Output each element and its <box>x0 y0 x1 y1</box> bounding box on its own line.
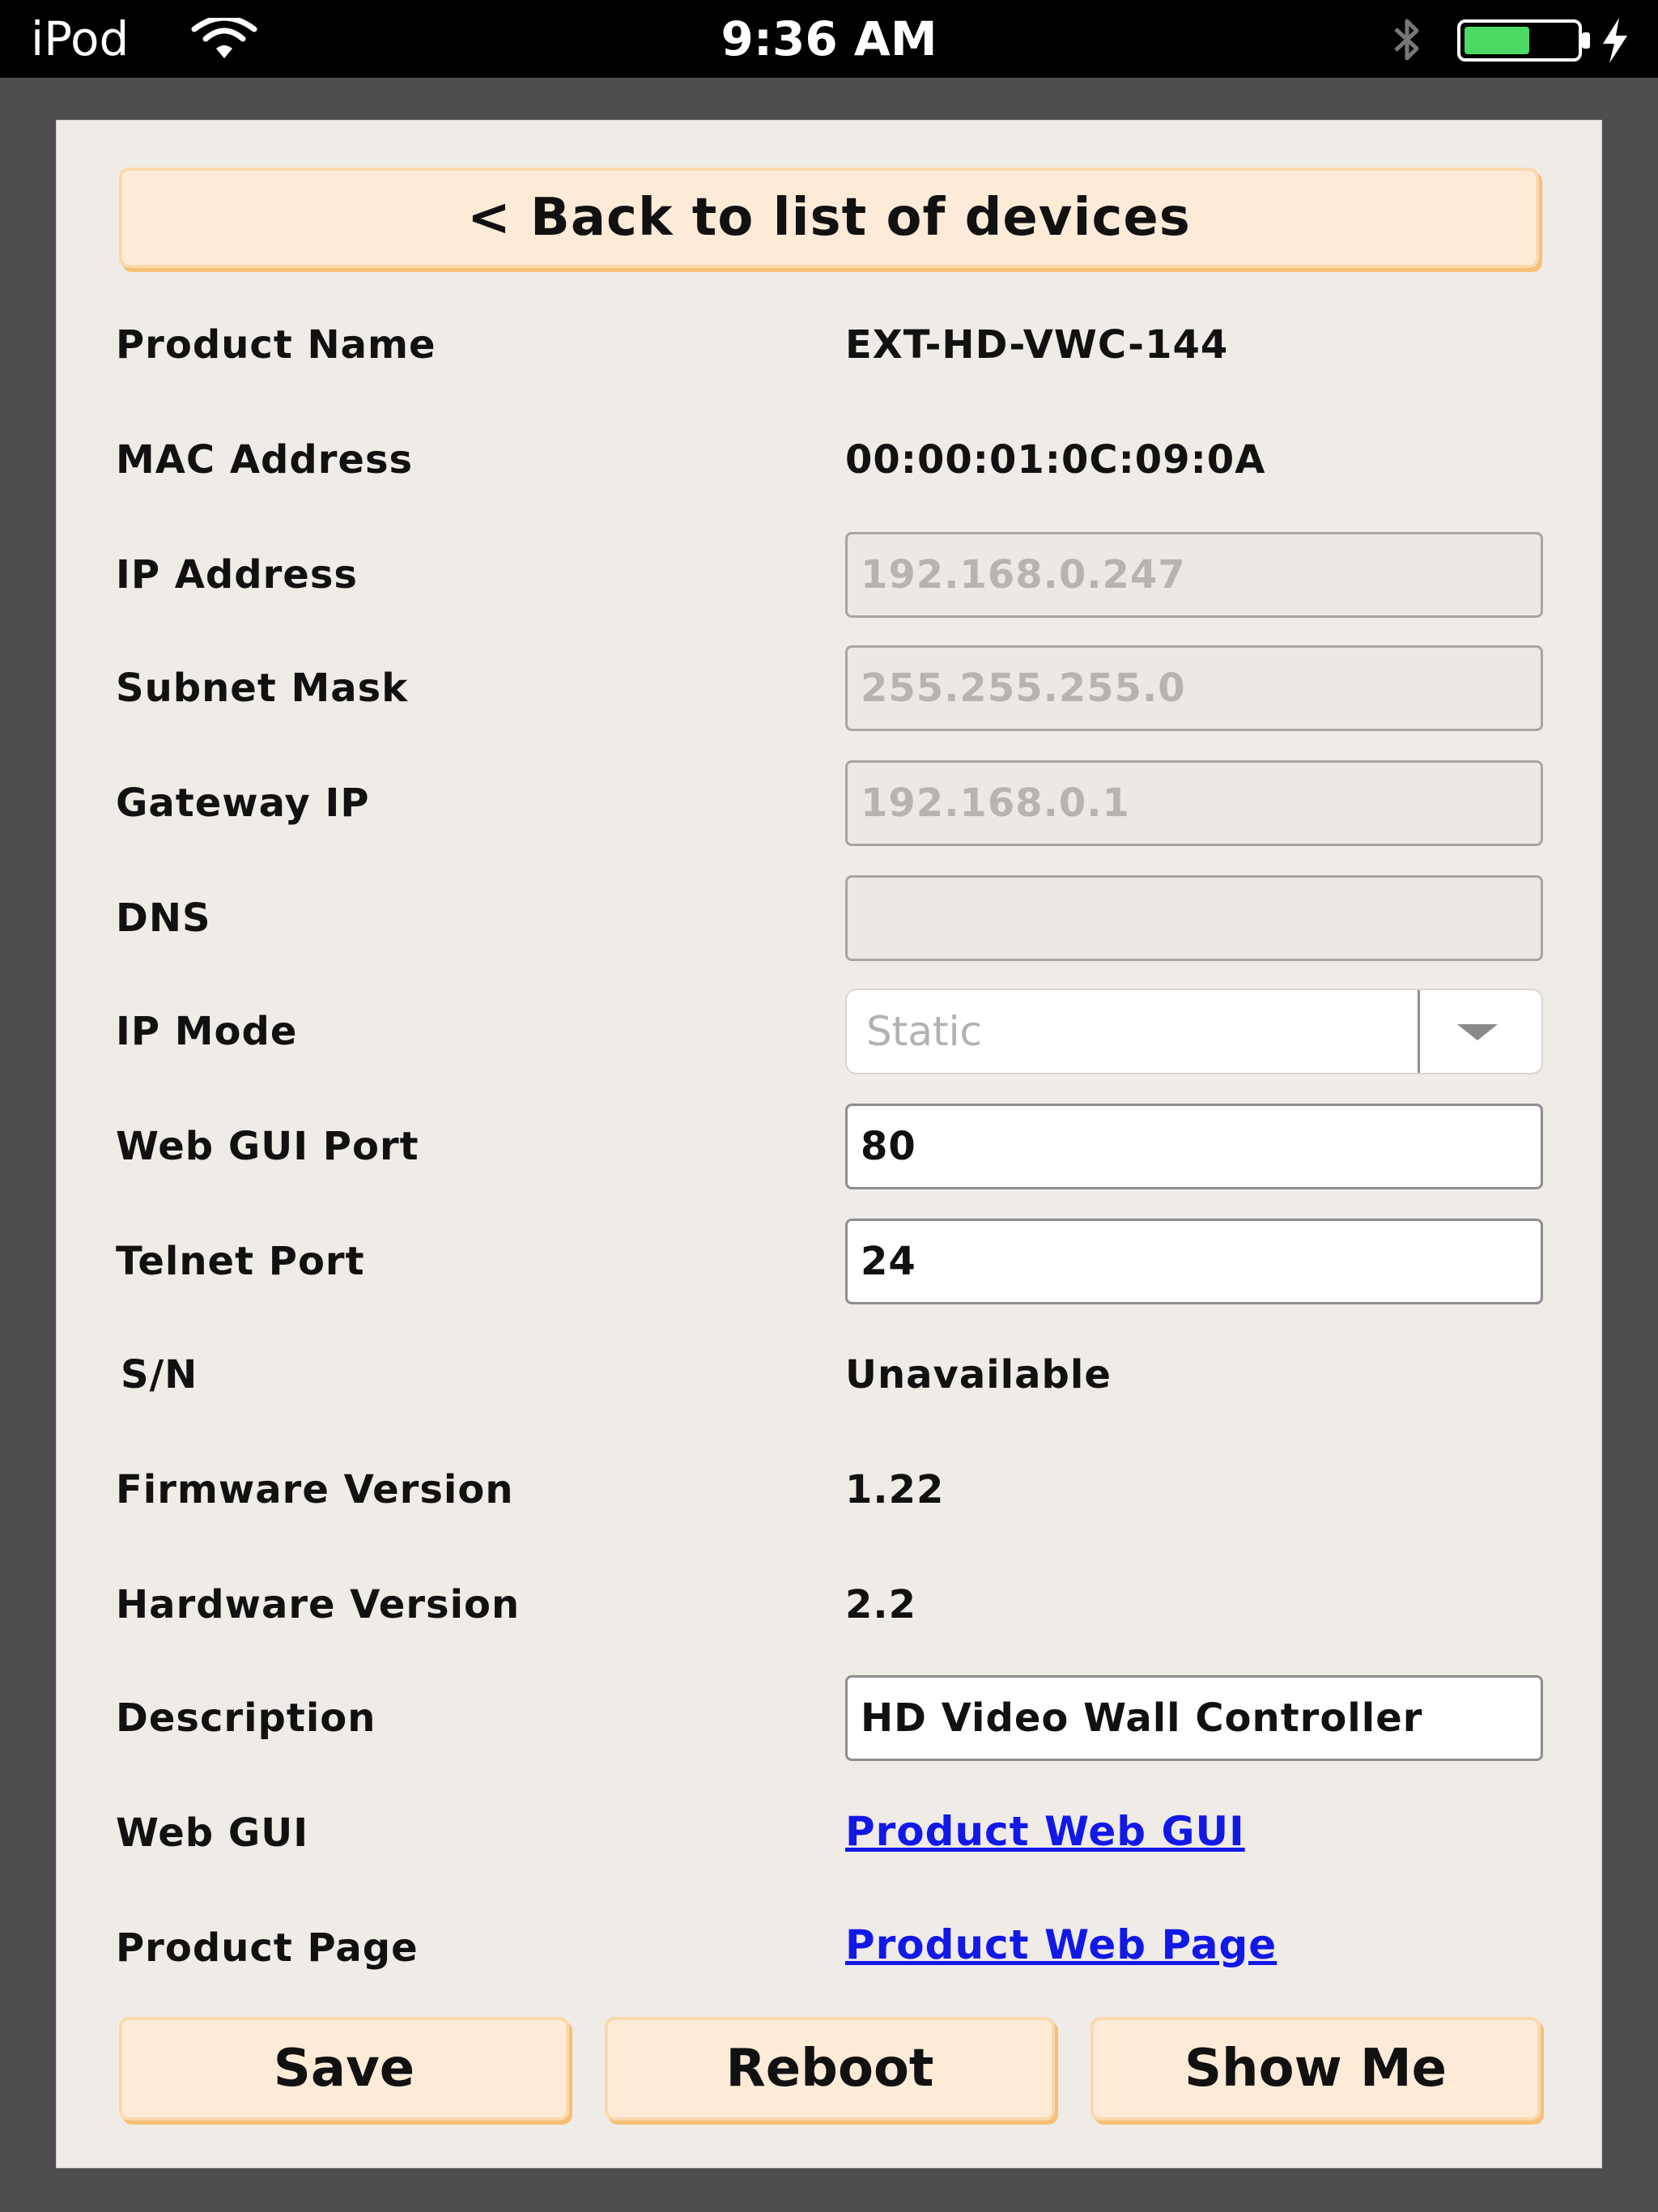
hardware-version-value: 2.2 <box>845 1582 917 1627</box>
ip-address-field[interactable]: 192.168.0.247 <box>845 532 1543 618</box>
ip-mode-value: Static <box>866 1008 982 1055</box>
battery-icon <box>1457 19 1590 62</box>
subnet-mask-label: Subnet Mask <box>116 666 409 711</box>
dns-field[interactable] <box>845 875 1543 961</box>
description-label: Description <box>116 1695 376 1741</box>
bluetooth-icon <box>1394 19 1419 61</box>
ip-mode-label: IP Mode <box>116 1009 298 1054</box>
charging-bolt-icon <box>1603 18 1627 63</box>
hardware-version-label: Hardware Version <box>116 1582 521 1627</box>
mac-address-label: MAC Address <box>116 437 414 483</box>
dns-label: DNS <box>116 895 211 941</box>
mac-address-value: 00:00:01:0C:09:0A <box>845 437 1266 483</box>
serial-number-label: S/N <box>121 1352 198 1397</box>
description-field[interactable]: HD Video Wall Controller <box>845 1675 1543 1761</box>
subnet-mask-field[interactable]: 255.255.255.0 <box>845 645 1543 731</box>
product-name-value: EXT-HD-VWC-144 <box>845 322 1229 368</box>
show-me-button[interactable]: Show Me <box>1090 2017 1541 2121</box>
telnet-port-label: Telnet Port <box>116 1239 365 1284</box>
ip-address-label: IP Address <box>116 552 358 598</box>
telnet-port-field[interactable]: 24 <box>845 1219 1543 1304</box>
gateway-ip-field[interactable]: 192.168.0.1 <box>845 760 1543 846</box>
serial-number-value: Unavailable <box>845 1352 1112 1397</box>
web-gui-port-field[interactable]: 80 <box>845 1104 1543 1189</box>
select-divider <box>1418 990 1420 1073</box>
save-button[interactable]: Save <box>119 2017 569 2121</box>
product-web-gui-link[interactable]: Product Web GUI <box>845 1803 1245 1860</box>
product-name-label: Product Name <box>116 322 436 368</box>
product-page-label: Product Page <box>116 1925 419 1971</box>
status-bar: iPod 9:36 AM <box>0 0 1658 78</box>
device-detail-panel: < Back to list of devices Product Name E… <box>56 120 1602 2168</box>
firmware-version-label: Firmware Version <box>116 1467 514 1512</box>
chevron-down-icon <box>1457 1024 1498 1040</box>
reboot-button[interactable]: Reboot <box>605 2017 1055 2121</box>
product-web-page-link[interactable]: Product Web Page <box>845 1916 1277 1973</box>
gateway-ip-label: Gateway IP <box>116 781 370 826</box>
web-gui-port-label: Web GUI Port <box>116 1124 419 1169</box>
back-to-devices-button[interactable]: < Back to list of devices <box>119 168 1539 268</box>
web-gui-label: Web GUI <box>116 1810 309 1856</box>
firmware-version-value: 1.22 <box>845 1467 945 1512</box>
ip-mode-select[interactable]: Static <box>845 989 1543 1074</box>
